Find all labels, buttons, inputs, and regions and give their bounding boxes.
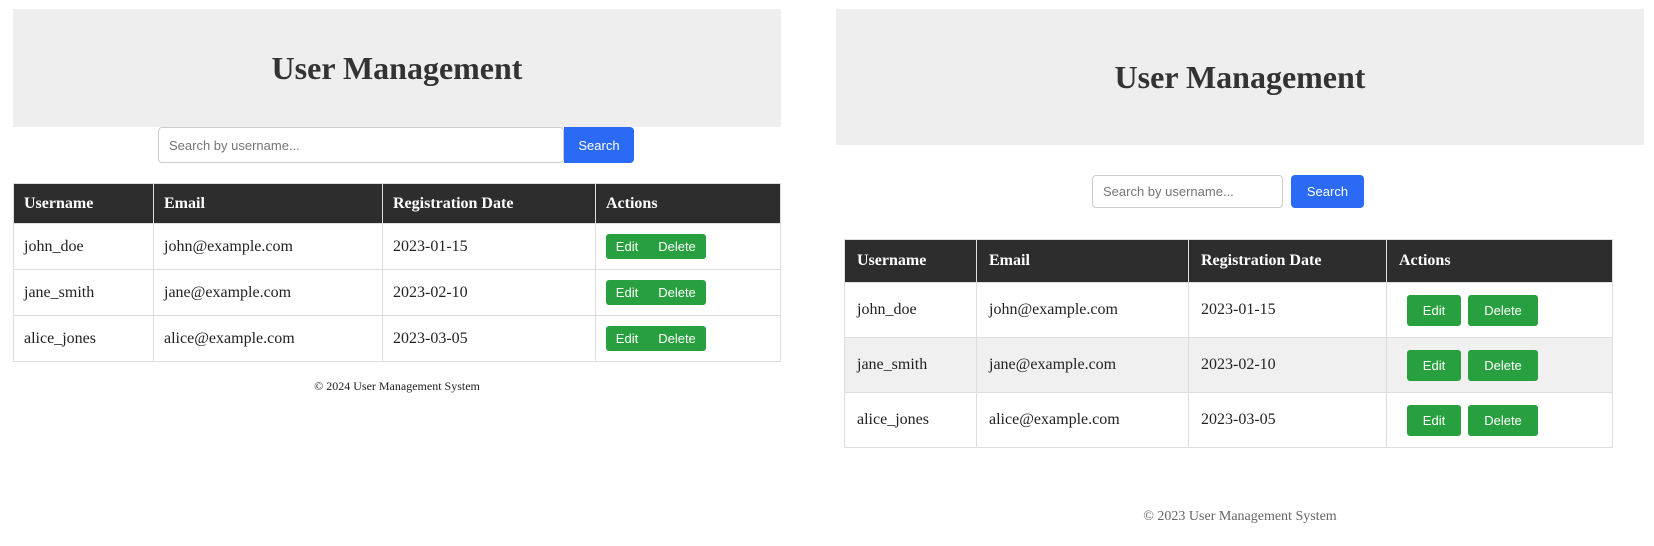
email-cell: alice@example.com bbox=[976, 392, 1189, 448]
email-cell: jane@example.com bbox=[976, 337, 1189, 393]
date-cell: 2023-02-10 bbox=[1188, 337, 1387, 393]
users-table: Username Email Registration Date Actions jo… bbox=[13, 183, 781, 362]
table-row: alice_jones alice@example.com 2023-03-05 Ed… bbox=[13, 315, 781, 362]
delete-button[interactable]: Delete bbox=[1468, 294, 1538, 326]
edit-button[interactable]: Edit bbox=[1407, 349, 1461, 381]
table-row: jane_smith jane@example.com 2023-02-10 Edit… bbox=[844, 337, 1613, 393]
column-header: Email bbox=[976, 239, 1189, 283]
page-header: User Management bbox=[13, 9, 781, 127]
date-cell: 2023-01-15 bbox=[382, 223, 596, 270]
page-header: User Management bbox=[836, 9, 1644, 145]
column-header: Actions bbox=[595, 183, 781, 224]
edit-button[interactable]: Edit bbox=[1407, 404, 1461, 436]
username-cell: john_doe bbox=[13, 223, 154, 270]
date-cell: 2023-03-05 bbox=[382, 315, 596, 362]
email-cell: john@example.com bbox=[153, 223, 383, 270]
delete-button[interactable]: Delete bbox=[648, 280, 706, 305]
column-header: Username bbox=[13, 183, 154, 224]
date-cell: 2023-01-15 bbox=[1188, 282, 1387, 338]
column-header: Username bbox=[844, 239, 977, 283]
username-cell: jane_smith bbox=[13, 269, 154, 316]
column-header: Registration Date bbox=[1188, 239, 1387, 283]
email-cell: jane@example.com bbox=[153, 269, 383, 316]
edit-button[interactable]: Edit bbox=[606, 280, 648, 305]
footer: © 2023 User Management System bbox=[1143, 509, 1337, 524]
username-cell: alice_jones bbox=[844, 392, 977, 448]
username-cell: alice_jones bbox=[13, 315, 154, 362]
search-input[interactable] bbox=[1092, 175, 1283, 208]
table-row: jane_smith jane@example.com 2023-02-10 Edit… bbox=[13, 269, 781, 316]
date-cell: 2023-03-05 bbox=[1188, 392, 1387, 448]
users-table: Username Email Registration Date Actions jo… bbox=[844, 239, 1613, 448]
email-cell: john@example.com bbox=[976, 282, 1189, 338]
search-input[interactable] bbox=[158, 127, 564, 163]
delete-button[interactable]: Delete bbox=[1468, 404, 1538, 436]
username-cell: john_doe bbox=[844, 282, 977, 338]
email-cell: alice@example.com bbox=[153, 315, 383, 362]
delete-button[interactable]: Delete bbox=[648, 234, 706, 259]
edit-button[interactable]: Edit bbox=[1407, 294, 1461, 326]
search-button[interactable]: Search bbox=[564, 127, 634, 163]
page-title: User Management bbox=[271, 49, 523, 86]
search-button[interactable]: Search bbox=[1291, 175, 1364, 208]
date-cell: 2023-02-10 bbox=[382, 269, 596, 316]
table-row: john_doe john@example.com 2023-01-15 Edit De… bbox=[13, 223, 781, 270]
table-row: john_doe john@example.com 2023-01-15 Edit De… bbox=[844, 282, 1613, 338]
footer: © 2024 User Management System bbox=[314, 379, 480, 393]
column-header: Registration Date bbox=[382, 183, 596, 224]
delete-button[interactable]: Delete bbox=[648, 326, 706, 351]
table-row: alice_jones alice@example.com 2023-03-05 Ed… bbox=[844, 392, 1613, 448]
column-header: Actions bbox=[1386, 239, 1613, 283]
page-title: User Management bbox=[1114, 58, 1366, 95]
edit-button[interactable]: Edit bbox=[606, 326, 648, 351]
edit-button[interactable]: Edit bbox=[606, 234, 648, 259]
column-header: Email bbox=[153, 183, 383, 224]
username-cell: jane_smith bbox=[844, 337, 977, 393]
delete-button[interactable]: Delete bbox=[1468, 349, 1538, 381]
